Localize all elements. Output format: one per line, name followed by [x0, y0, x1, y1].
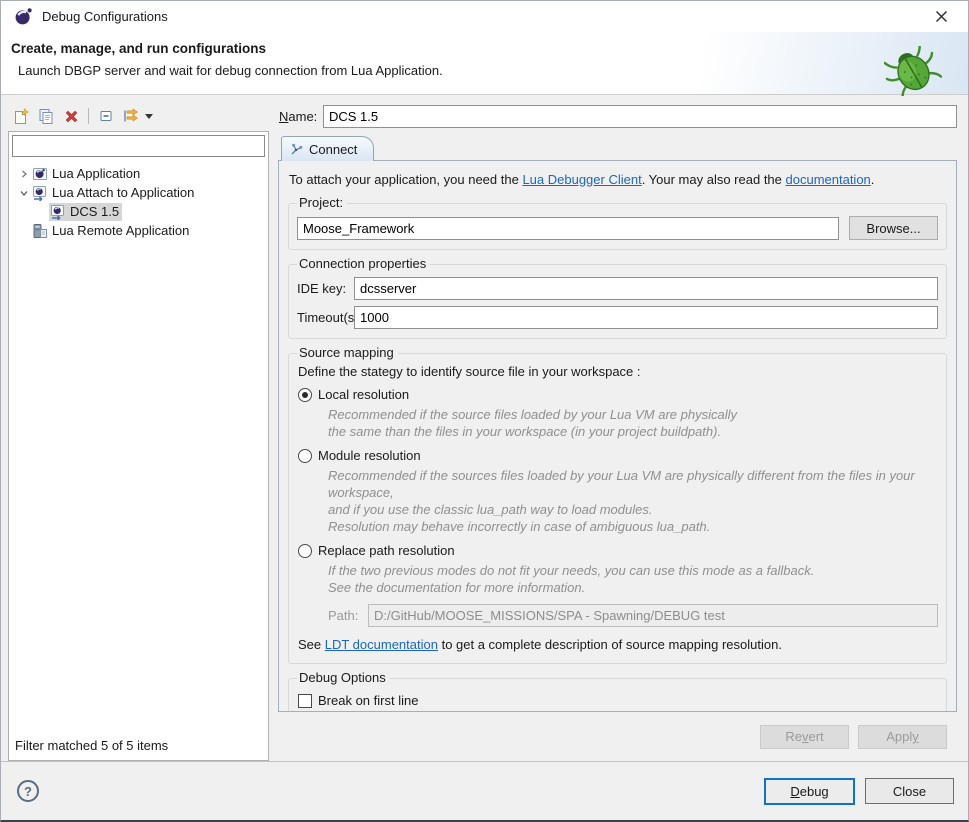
- lua-application-icon: [32, 166, 48, 182]
- source-mapping-group: Source mapping Define the stategy to ide…: [288, 353, 947, 664]
- break-on-first-line-checkbox[interactable]: [298, 694, 312, 708]
- menu-dropdown-icon[interactable]: [145, 114, 153, 119]
- tree-item-label: Lua Remote Application: [52, 223, 189, 238]
- help-icon[interactable]: ?: [17, 780, 39, 802]
- option-description: If the two previous modes do not fit you…: [328, 562, 938, 596]
- radio-label[interactable]: Replace path resolution: [318, 543, 455, 558]
- ide-key-label: IDE key:: [297, 281, 354, 296]
- checkbox-label[interactable]: Break on first line: [318, 693, 418, 708]
- tree-item-lua-remote[interactable]: Lua Remote Application: [9, 221, 268, 240]
- timeout-input[interactable]: [354, 306, 938, 329]
- configurations-tree: Lua Application: [9, 160, 268, 734]
- collapse-all-icon[interactable]: [97, 107, 115, 125]
- filter-configurations-icon[interactable]: [122, 107, 140, 125]
- duplicate-configuration-icon[interactable]: [37, 107, 55, 125]
- main-area: Lua Application: [1, 95, 968, 762]
- tree-item-lua-attach[interactable]: Lua Attach to Application: [9, 183, 268, 202]
- sidebar-toolbar: [8, 104, 269, 131]
- path-input: [368, 604, 938, 627]
- tree-item-label: Lua Attach to Application: [52, 185, 194, 200]
- connection-group-title: Connection properties: [297, 256, 430, 271]
- ide-key-input[interactable]: [354, 277, 938, 300]
- delete-configuration-icon[interactable]: [62, 107, 80, 125]
- configuration-form: Name: Connect: [278, 104, 959, 761]
- name-input[interactable]: [323, 105, 957, 128]
- source-mapping-intro: Define the stategy to identify source fi…: [298, 364, 938, 379]
- option-description: Recommended if the source files loaded b…: [328, 406, 938, 440]
- lua-remote-icon: [32, 223, 48, 239]
- debug-button[interactable]: Debug: [764, 778, 855, 805]
- radio-label[interactable]: Local resolution: [318, 387, 409, 402]
- project-group: Project: Browse...: [288, 203, 947, 250]
- bottom-button-bar: ? Debug Close: [1, 762, 968, 820]
- documentation-link[interactable]: documentation: [786, 172, 871, 187]
- tree-item-dcs-15[interactable]: DCS 1.5: [9, 202, 268, 221]
- radio-label[interactable]: Module resolution: [318, 448, 421, 463]
- project-input[interactable]: [297, 217, 839, 240]
- path-label: Path:: [328, 608, 368, 623]
- ldt-documentation-link[interactable]: LDT documentation: [325, 637, 438, 652]
- title-bar: Debug Configurations: [1, 1, 968, 32]
- option-local-resolution: Local resolution Recommended if the sour…: [297, 387, 938, 440]
- tree-item-label: Lua Application: [52, 166, 140, 181]
- new-configuration-icon[interactable]: [12, 107, 30, 125]
- revert-apply-row: Revert Apply: [278, 712, 959, 761]
- app-icon: [14, 7, 33, 26]
- connection-properties-group: Connection properties IDE key: Timeout(s…: [288, 264, 947, 339]
- configurations-sidebar: Lua Application: [8, 104, 269, 761]
- connect-icon: [290, 142, 304, 156]
- debug-configurations-dialog: Debug Configurations Create, manage, and…: [0, 0, 969, 822]
- close-button[interactable]: Close: [865, 778, 954, 804]
- option-description: Recommended if the sources files loaded …: [328, 467, 938, 535]
- configurations-panel: Lua Application: [8, 131, 269, 761]
- source-mapping-title: Source mapping: [297, 345, 398, 360]
- tree-item-label: DCS 1.5: [70, 204, 119, 219]
- tree-item-lua-application[interactable]: Lua Application: [9, 164, 268, 183]
- debug-options-title: Debug Options: [297, 670, 390, 685]
- filter-input[interactable]: [12, 135, 265, 157]
- replace-path-resolution-radio[interactable]: [298, 544, 312, 558]
- see-documentation-text: See LDT documentation to get a complete …: [298, 637, 938, 652]
- option-module-resolution: Module resolution Recommended if the sou…: [297, 448, 938, 535]
- tab-folder: Connect To attach your application, you …: [278, 135, 957, 712]
- window-title: Debug Configurations: [42, 9, 168, 24]
- lua-debugger-client-link[interactable]: Lua Debugger Client: [522, 172, 641, 187]
- name-label: Name:: [279, 109, 323, 124]
- filter-status: Filter matched 5 of 5 items: [9, 734, 268, 760]
- debug-options-group: Debug Options Break on first line Enable…: [288, 678, 947, 712]
- tab-label: Connect: [309, 142, 357, 157]
- revert-button: Revert: [760, 725, 849, 749]
- toolbar-separator: [88, 108, 89, 124]
- tab-connect[interactable]: Connect: [281, 136, 374, 161]
- project-group-title: Project:: [297, 195, 347, 210]
- option-replace-path-resolution: Replace path resolution If the two previ…: [297, 543, 938, 627]
- banner-subtitle: Launch DBGP server and wait for debug co…: [1, 56, 968, 78]
- close-icon[interactable]: [930, 6, 952, 28]
- lua-attach-icon: [32, 185, 48, 201]
- lua-attach-icon: [50, 204, 66, 220]
- module-resolution-radio[interactable]: [298, 449, 312, 463]
- timeout-label: Timeout(s):: [297, 310, 354, 325]
- local-resolution-radio[interactable]: [298, 388, 312, 402]
- chevron-right-icon[interactable]: [17, 170, 31, 178]
- browse-button[interactable]: Browse...: [849, 216, 938, 240]
- header-banner: Create, manage, and run configurations L…: [1, 32, 968, 95]
- chevron-down-icon[interactable]: [17, 189, 31, 197]
- bug-icon: [884, 46, 942, 96]
- intro-text: To attach your application, you need the…: [289, 172, 947, 187]
- banner-title: Create, manage, and run configurations: [1, 32, 968, 56]
- apply-button: Apply: [858, 725, 947, 749]
- connect-tab-content: To attach your application, you need the…: [278, 160, 957, 712]
